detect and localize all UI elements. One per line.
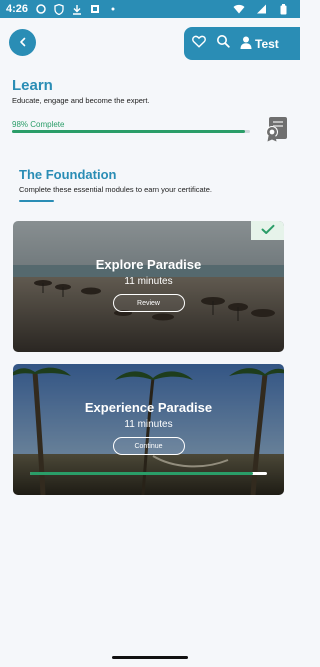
- media-icon: [88, 3, 102, 15]
- module-progress-bar: [30, 472, 267, 475]
- user-name: Test: [255, 36, 279, 51]
- module-card[interactable]: Explore Paradise 11 minutes Review: [13, 221, 284, 352]
- shield-icon: [52, 3, 66, 15]
- continue-button[interactable]: Continue: [112, 437, 185, 455]
- check-icon: [261, 222, 275, 240]
- wifi-icon: [232, 3, 246, 15]
- home-indicator[interactable]: [112, 656, 188, 659]
- header-actions: Test: [184, 27, 300, 60]
- module-card[interactable]: Experience Paradise 11 minutes Continue: [13, 364, 284, 495]
- completed-badge: [251, 221, 284, 240]
- signal-icon: [254, 3, 268, 15]
- user-button[interactable]: Test: [240, 36, 279, 52]
- overall-progress-bar: [12, 130, 250, 133]
- page-title: Learn: [12, 77, 53, 94]
- module-duration: 11 minutes: [124, 276, 173, 287]
- search-button[interactable]: [216, 34, 230, 54]
- page-subtitle: Educate, engage and become the expert.: [12, 96, 150, 105]
- certificate-icon[interactable]: [264, 116, 288, 142]
- module-title: Experience Paradise: [84, 400, 213, 415]
- dot-icon: [106, 3, 120, 15]
- section-underline: [19, 200, 54, 202]
- back-button[interactable]: [9, 29, 36, 56]
- module-title: Explore Paradise: [95, 257, 202, 272]
- overall-progress-fill: [12, 130, 246, 133]
- search-icon: [216, 34, 230, 53]
- battery-icon: [276, 3, 290, 15]
- chevron-left-icon: [18, 34, 28, 52]
- status-time: 4:26: [6, 3, 29, 15]
- notification-dot-icon: [34, 3, 48, 15]
- user-icon: [240, 36, 252, 52]
- review-button[interactable]: Review: [112, 294, 185, 312]
- module-duration: 11 minutes: [124, 419, 173, 430]
- download-icon: [70, 3, 84, 15]
- section-title: The Foundation: [19, 167, 117, 182]
- heart-icon: [192, 35, 206, 53]
- status-bar: 4:26: [0, 0, 300, 18]
- favorites-button[interactable]: [192, 34, 206, 54]
- module-progress-fill: [30, 472, 253, 475]
- progress-label: 98% Complete: [12, 120, 65, 129]
- section-subtitle: Complete these essential modules to earn…: [19, 185, 213, 194]
